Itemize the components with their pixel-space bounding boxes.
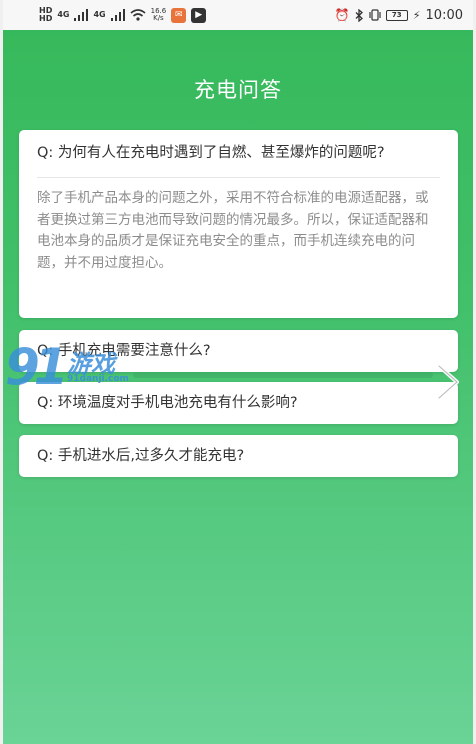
network-2-label: 4G	[93, 10, 106, 19]
sim2-label: HD	[39, 14, 53, 23]
chevron-right-icon[interactable]	[431, 362, 465, 402]
faq-question: Q: 手机进水后,过多久才能充电?	[37, 447, 245, 464]
faq-question: Q: 手机充电需要注意什么?	[37, 342, 211, 359]
sim-indicators: HD HD	[39, 7, 52, 23]
status-bar-right: ⏰ 73 ⚡ 10:00	[335, 8, 463, 23]
faq-item-expanded[interactable]: Q: 为何有人在充电时遇到了自燃、甚至爆炸的问题呢? 除了手机产品本身的问题之外…	[19, 130, 458, 318]
faq-item[interactable]: Q: 手机进水后,过多久才能充电?	[19, 435, 458, 477]
network-speed-unit: K/s	[153, 14, 164, 22]
signal-2-icon	[110, 9, 125, 21]
faq-question: Q: 环境温度对手机电池充电有什么影响?	[37, 394, 298, 411]
faq-question: Q: 为何有人在充电时遇到了自燃、甚至爆炸的问题呢?	[37, 145, 385, 161]
watermark-bar	[133, 372, 433, 378]
wifi-icon	[130, 9, 146, 21]
app-notification-icon: ✉	[171, 7, 187, 23]
battery-level: 73	[391, 11, 402, 19]
faq-divider	[37, 177, 440, 178]
app-screen: HD HD 4G 4G 16.6 K/s ✉ ▶ ⏰ 73 ⚡ 10:00 充电…	[3, 0, 473, 744]
battery-icon: 73	[385, 9, 408, 21]
network-1-label: 4G	[57, 10, 70, 19]
network-speed: 16.6 K/s	[151, 8, 167, 22]
page-title: 充电问答	[194, 78, 282, 102]
signal-1-icon	[74, 9, 89, 21]
bluetooth-icon	[355, 8, 363, 22]
vibrate-icon	[369, 9, 381, 21]
faq-answer: 除了手机产品本身的问题之外，采用不符合标准的电源适配器，或者更换过第三方电池而导…	[37, 190, 429, 271]
status-bar: HD HD 4G 4G 16.6 K/s ✉ ▶ ⏰ 73 ⚡ 10:00	[3, 0, 473, 30]
status-bar-left: HD HD 4G 4G 16.6 K/s ✉ ▶	[39, 7, 207, 23]
faq-item[interactable]: Q: 手机充电需要注意什么?	[19, 330, 458, 372]
alarm-icon: ⏰	[334, 8, 350, 22]
media-notification-icon: ▶	[191, 7, 207, 23]
charging-icon: ⚡	[412, 8, 421, 22]
faq-item[interactable]: Q: 环境温度对手机电池充电有什么影响?	[19, 382, 458, 424]
clock-time: 10:00	[425, 7, 463, 23]
